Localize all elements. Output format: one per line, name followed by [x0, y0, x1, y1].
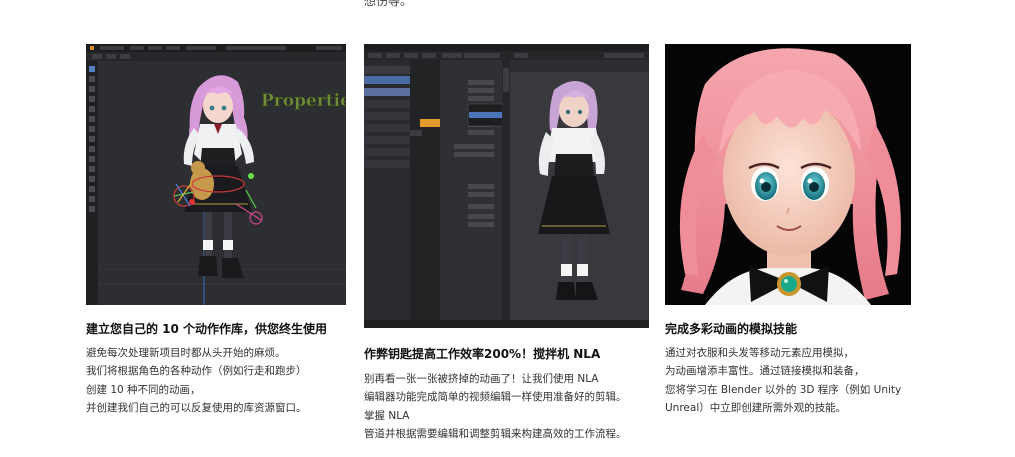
description-line: 掌握 NLA	[364, 409, 410, 422]
description-line: 我们将根据角色的各种动作（例如行走和跑步）	[86, 365, 307, 378]
card-description: 别再看一张一张被挤掉的动画了！让我们使用 NLA 编辑器功能完成简单的视频编辑一…	[364, 370, 627, 444]
previous-section-text-fragment: 想伤等。	[364, 0, 413, 8]
description-line: 您将学习在 Blender 以外的 3D 程序（例如 Unity	[665, 383, 902, 396]
card-title: 作弊钥匙提高工作效率200%！搅拌机 NLA	[364, 347, 601, 361]
description-line: 避免每次处理新项目时都从头开始的麻烦。	[86, 347, 286, 359]
description-line: Unreal）中立即创建所需外观的技能。	[665, 402, 847, 415]
description-line: 创建 10 种不同的动画，	[86, 383, 201, 396]
blender-nla-editor-screenshot	[364, 44, 649, 328]
properties-overlay-text: Properties	[261, 91, 346, 111]
description-line: 编辑器功能完成简单的视频编辑一样使用准备好的剪辑。	[364, 391, 627, 404]
description-line: 别再看一张一张被挤掉的动画了！让我们使用 NLA	[364, 373, 599, 385]
character-closeup-render	[665, 44, 911, 305]
card-title: 完成多彩动画的模拟技能	[665, 322, 798, 336]
description-line: 为动画增添丰富性。通过链接模拟和装备，	[665, 365, 865, 378]
description-line: 管道并根据需要编辑和调整剪辑来构建高效的工作流程。	[364, 428, 627, 441]
blender-action-library-screenshot: Properties	[86, 44, 346, 305]
card-description: 通过对衣服和头发等移动元素应用模拟， 为动画增添丰富性。通过链接模拟和装备， 您…	[665, 344, 901, 418]
description-line: 并创建我们自己的可以反复使用的库资源窗口。	[86, 402, 307, 415]
card-title: 建立您自己的 10 个动作作库，供您终生使用	[86, 322, 328, 336]
description-line: 通过对衣服和头发等移动元素应用模拟，	[665, 347, 854, 359]
card-description: 避免每次处理新项目时都从头开始的麻烦。 我们将根据角色的各种动作（例如行走和跑步…	[86, 344, 307, 418]
